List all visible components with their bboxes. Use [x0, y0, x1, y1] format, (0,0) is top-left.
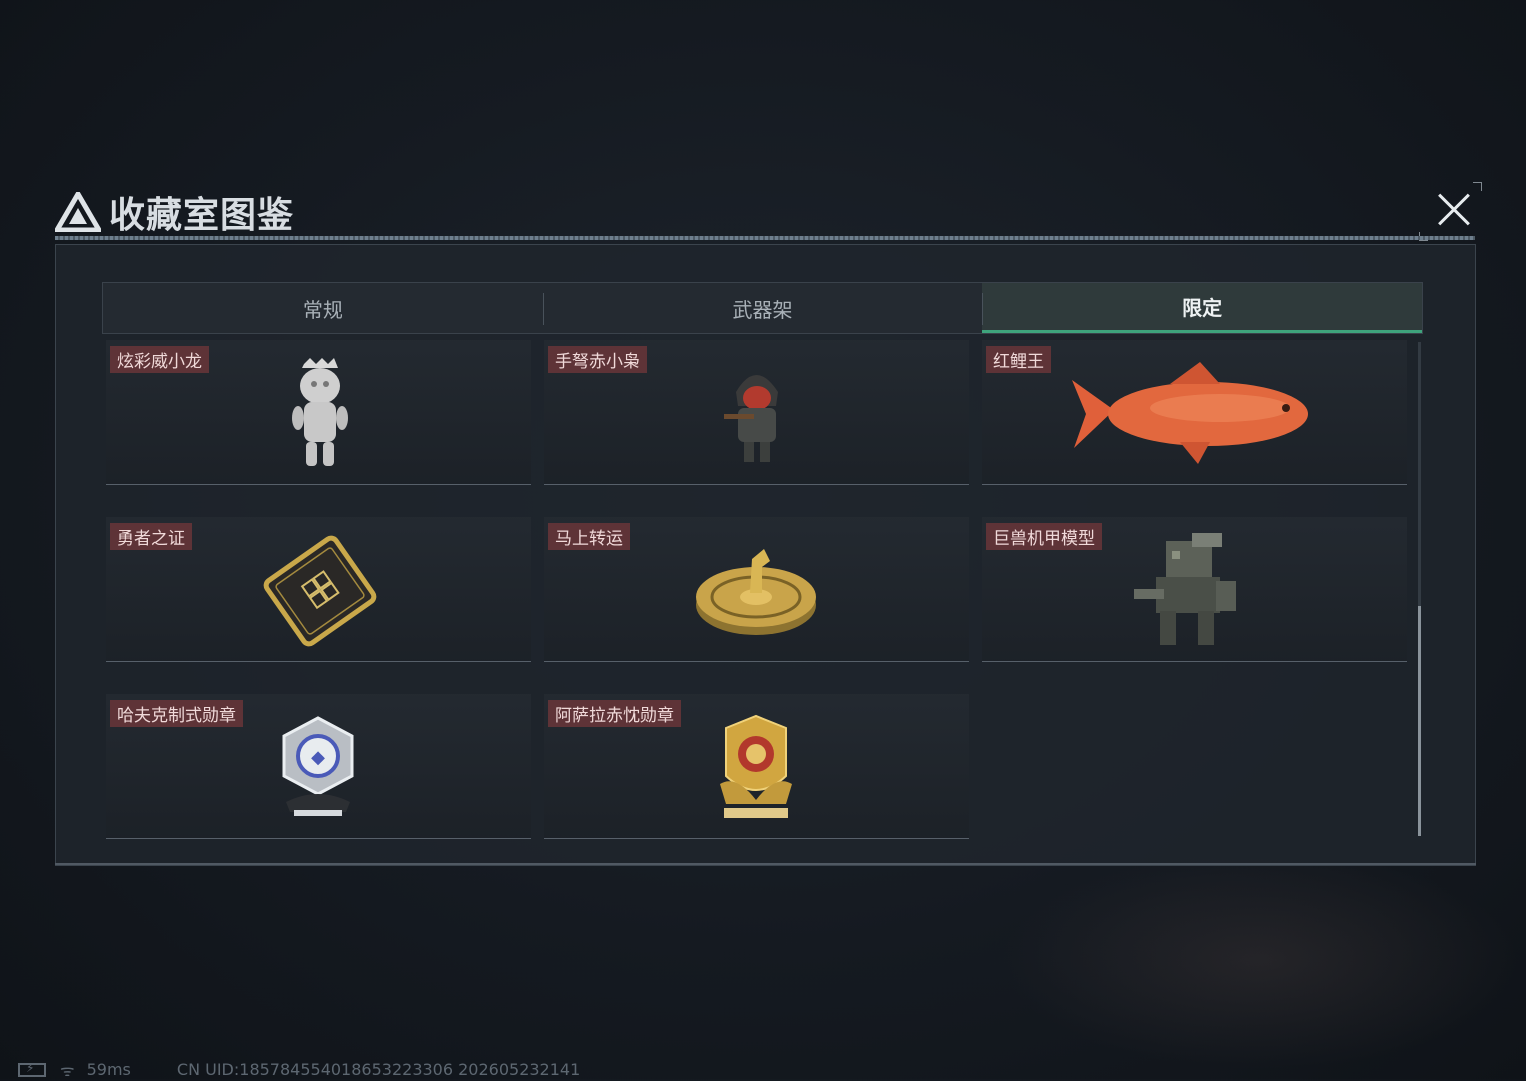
item-label: 勇者之证 [110, 523, 192, 550]
delta-logo-icon [55, 192, 101, 232]
collection-item-card[interactable]: 哈夫克制式勋章 ◆ [106, 694, 531, 839]
scrollbar-thumb[interactable] [1418, 606, 1421, 836]
uid-text: CN UID:1857845540186532233​06 2026052321… [176, 1060, 581, 1079]
gold-card-icon [263, 535, 377, 647]
item-label: 哈夫克制式勋章 [110, 700, 243, 727]
red-carp-icon [1072, 362, 1308, 464]
title-bar: 收藏室图鉴 [55, 180, 1482, 242]
panel-bottom-line [55, 863, 1476, 865]
collection-item-card[interactable]: 巨兽机甲模型 [982, 517, 1407, 662]
wifi-icon: ᯤ [60, 1060, 75, 1080]
svg-text:◆: ◆ [311, 747, 325, 768]
page-title: 收藏室图鉴 [109, 195, 295, 236]
item-label: 炫彩威小龙 [110, 346, 209, 373]
status-bar: ᯤ 59ms CN UID:1857845540186532233​06 202… [18, 1060, 581, 1080]
collection-item-card[interactable]: 马上转运 [544, 517, 969, 662]
tab-limited[interactable]: 限定 [982, 283, 1423, 333]
close-button[interactable] [1428, 184, 1480, 236]
background-glow [1000, 850, 1520, 1070]
ping-text: 59ms [86, 1060, 131, 1079]
collection-item-card[interactable]: 阿萨拉赤忱勋章 [544, 694, 969, 839]
collection-item-card[interactable]: 炫彩威小龙 [106, 340, 531, 485]
silver-medal-icon: ◆ [282, 716, 354, 816]
item-label: 手弩赤小枭 [548, 346, 647, 373]
crossbow-figurine-icon [724, 375, 778, 462]
close-corner-decor [1473, 182, 1482, 191]
item-label: 马上转运 [548, 523, 630, 550]
title-divider [55, 236, 1475, 240]
item-label: 巨兽机甲模型 [986, 523, 1102, 550]
item-label: 红鲤王 [986, 346, 1051, 373]
collection-item-card[interactable]: 红鲤王 [982, 340, 1407, 485]
horse-turntable-icon [696, 549, 816, 635]
item-label: 阿萨拉赤忱勋章 [548, 700, 681, 727]
tab-weapon-rack[interactable]: 武器架 [542, 283, 983, 333]
category-tabs: 常规 武器架 限定 [102, 282, 1423, 334]
collection-item-card[interactable]: 勇者之证 [106, 517, 531, 662]
battery-icon [18, 1061, 46, 1077]
scrollbar-track[interactable] [1418, 342, 1421, 836]
tab-regular[interactable]: 常规 [103, 283, 543, 333]
collection-item-card[interactable]: 手弩赤小枭 [544, 340, 969, 485]
dragon-figurine-icon [292, 358, 348, 466]
mech-model-icon [1134, 533, 1236, 645]
gold-medal-icon [720, 714, 792, 818]
